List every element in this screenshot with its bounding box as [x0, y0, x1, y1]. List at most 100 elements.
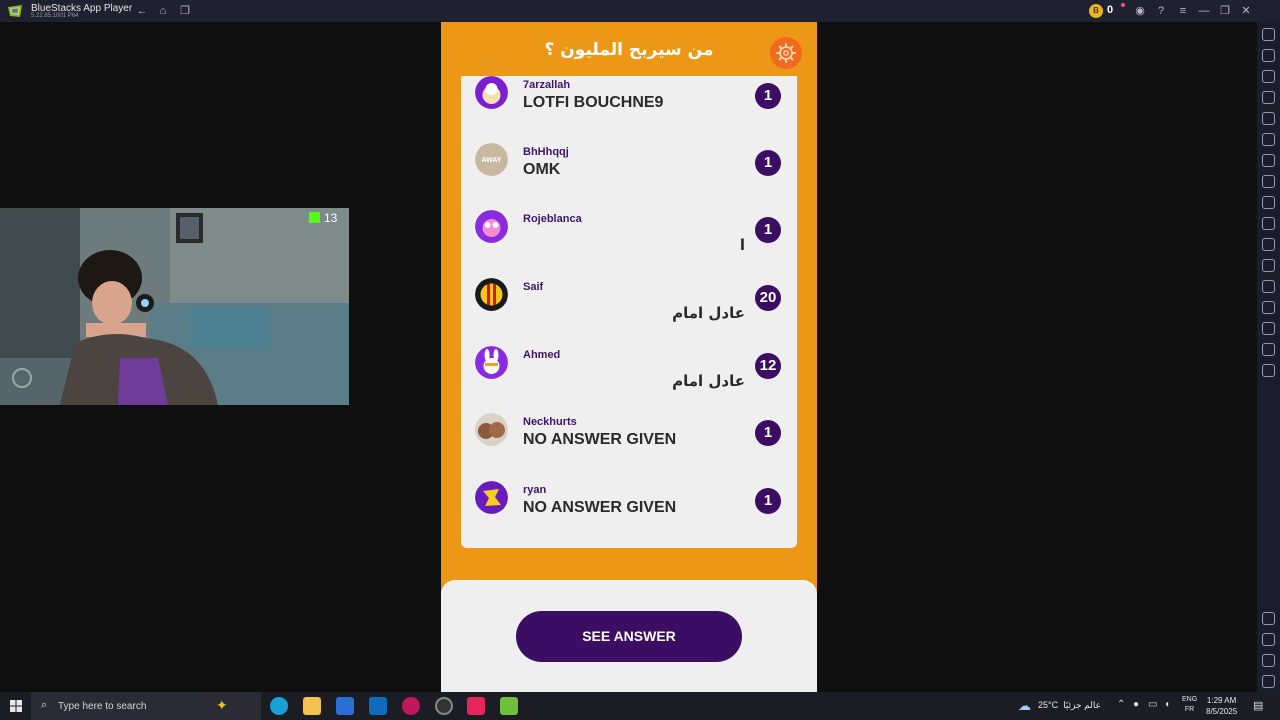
sync-icon[interactable]	[1262, 364, 1275, 377]
volume-icon[interactable]	[1262, 49, 1275, 62]
notifications-icon[interactable]: ▤	[1253, 699, 1263, 712]
game-screen: من سيربح المليون ؟ 7arzallah LOTFI BOUCH…	[441, 22, 817, 692]
obs-icon[interactable]	[435, 697, 453, 715]
close-icon[interactable]: ✕	[1239, 4, 1253, 18]
fullscreen-icon[interactable]	[1262, 28, 1275, 41]
answer-text: عادل امام	[672, 372, 745, 390]
weather-icon[interactable]: ☁	[1018, 698, 1031, 714]
bluestacks-logo-icon	[8, 5, 22, 17]
taskbar-search[interactable]: ⌕ Type here to search ✦	[31, 692, 261, 720]
avatar	[475, 481, 508, 514]
android-back-icon[interactable]	[1262, 633, 1275, 646]
screenshot-icon[interactable]	[1262, 196, 1275, 209]
answers-list: 7arzallah LOTFI BOUCHNE9 1 AWAY BhHhqqj …	[461, 76, 797, 548]
keyboard-icon[interactable]	[1262, 70, 1275, 83]
mic-icon[interactable]: ●	[1133, 699, 1139, 710]
android-home-icon[interactable]	[1262, 654, 1275, 667]
vote-count-badge: 1	[755, 150, 781, 176]
record-icon[interactable]	[1262, 217, 1275, 230]
opera-icon[interactable]	[402, 697, 420, 715]
eco-mode-icon[interactable]	[1262, 301, 1275, 314]
answer-text: عادل امام	[672, 304, 745, 322]
bluestacks-taskbar-icon[interactable]	[500, 697, 518, 715]
settings-icon[interactable]	[1262, 612, 1275, 625]
avatar	[475, 413, 508, 446]
avatar: AWAY	[475, 143, 508, 176]
outlook-icon[interactable]	[369, 697, 387, 715]
help-icon[interactable]: ?	[1154, 4, 1168, 18]
coin-icon[interactable]: B	[1089, 4, 1103, 18]
edge-icon[interactable]	[270, 697, 288, 715]
username: BhHhqqj	[523, 146, 569, 158]
app-version: 5.22.85.1001 P64	[31, 13, 79, 19]
minimize-icon[interactable]: —	[1197, 4, 1211, 18]
viewer-count: 13	[324, 211, 338, 225]
answer-text: NO ANSWER GIVEN	[523, 431, 677, 448]
clock[interactable]: 1:29 AM 8/5/2025	[1206, 695, 1237, 717]
avatar	[475, 278, 508, 311]
avatar	[475, 210, 508, 243]
search-icon: ⌕	[41, 699, 48, 711]
account-icon[interactable]: ◉	[1133, 4, 1147, 18]
vote-count-badge: 12	[755, 353, 781, 379]
gear-icon[interactable]	[770, 37, 802, 69]
store-icon[interactable]	[336, 697, 354, 715]
macro-icon[interactable]	[1262, 112, 1275, 125]
game-header: من سيربح المليون ؟	[441, 22, 817, 76]
username: 7arzallah	[523, 79, 571, 91]
vote-count-badge: 20	[755, 285, 781, 311]
menu-icon[interactable]: ≡	[1176, 4, 1190, 18]
gamepad-icon[interactable]	[1262, 91, 1275, 104]
file-explorer-icon[interactable]	[303, 697, 321, 715]
coin-count: 0	[1107, 4, 1114, 16]
language-indicator[interactable]: ENG FR	[1182, 695, 1197, 715]
answer-text: LOTFI BOUCHNE9	[523, 94, 664, 111]
windows-start-icon[interactable]	[10, 700, 22, 712]
avatar	[475, 346, 508, 379]
speaker-icon[interactable]: ◖	[1164, 699, 1170, 710]
weather-temp[interactable]: 25°C عالم جزئيًا	[1038, 700, 1101, 711]
back-icon[interactable]: ←	[135, 4, 149, 18]
list-item[interactable]: 7arzallah LOTFI BOUCHNE9 1	[461, 76, 797, 136]
tray-chevron-icon[interactable]: ⌃	[1117, 699, 1125, 710]
android-recents-icon[interactable]	[1262, 675, 1275, 688]
performance-icon[interactable]	[1262, 175, 1275, 188]
answer-text: NO ANSWER GIVEN	[523, 499, 677, 516]
multi-instance-icon[interactable]: ❐	[178, 4, 192, 18]
rotate-icon[interactable]	[1262, 133, 1275, 146]
bluestacks-sidebar	[1257, 22, 1280, 692]
webcam-feed	[0, 208, 349, 405]
vote-count-badge: 1	[755, 488, 781, 514]
lang-top: ENG	[1182, 696, 1198, 703]
list-item[interactable]: Ahmed عادل امام 12	[461, 346, 797, 406]
see-answer-button[interactable]: SEE ANSWER	[516, 611, 742, 662]
restore-icon[interactable]: ❐	[1218, 4, 1232, 18]
layers-icon[interactable]	[1262, 343, 1275, 356]
tiktok-icon[interactable]	[467, 697, 485, 715]
list-item[interactable]: Saif عادل امام 20	[461, 278, 797, 338]
notification-dot	[1121, 3, 1125, 7]
files-icon[interactable]	[1262, 280, 1275, 293]
username: Neckhurts	[523, 416, 577, 428]
bottom-panel: SEE ANSWER	[441, 580, 817, 692]
list-item[interactable]: AWAY BhHhqqj OMK 1	[461, 143, 797, 203]
search-placeholder: Type here to search	[58, 701, 147, 712]
clock-date: 8/5/2025	[1206, 707, 1238, 716]
install-apk-icon[interactable]	[1262, 259, 1275, 272]
gallery-icon[interactable]	[1262, 238, 1275, 251]
media-icon[interactable]	[1262, 154, 1275, 167]
kick-viewer-count: 13	[309, 211, 337, 225]
home-icon[interactable]: ⌂	[156, 4, 170, 18]
answer-text: ا	[739, 236, 745, 254]
network-icon[interactable]: ▭	[1148, 699, 1157, 710]
svg-text:AWAY: AWAY	[482, 157, 502, 164]
lang-bottom: FR	[1184, 706, 1195, 713]
game-title: من سيربح المليون ؟	[544, 40, 714, 60]
vote-count-badge: 1	[755, 83, 781, 109]
copilot-sparkle-icon[interactable]: ✦	[216, 697, 228, 714]
list-item[interactable]: Neckhurts NO ANSWER GIVEN 1	[461, 413, 797, 473]
location-icon[interactable]	[1262, 322, 1275, 335]
list-item[interactable]: Rojeblanca ا 1	[461, 210, 797, 270]
vote-count-badge: 1	[755, 217, 781, 243]
list-item[interactable]: ryan NO ANSWER GIVEN 1	[461, 481, 797, 541]
